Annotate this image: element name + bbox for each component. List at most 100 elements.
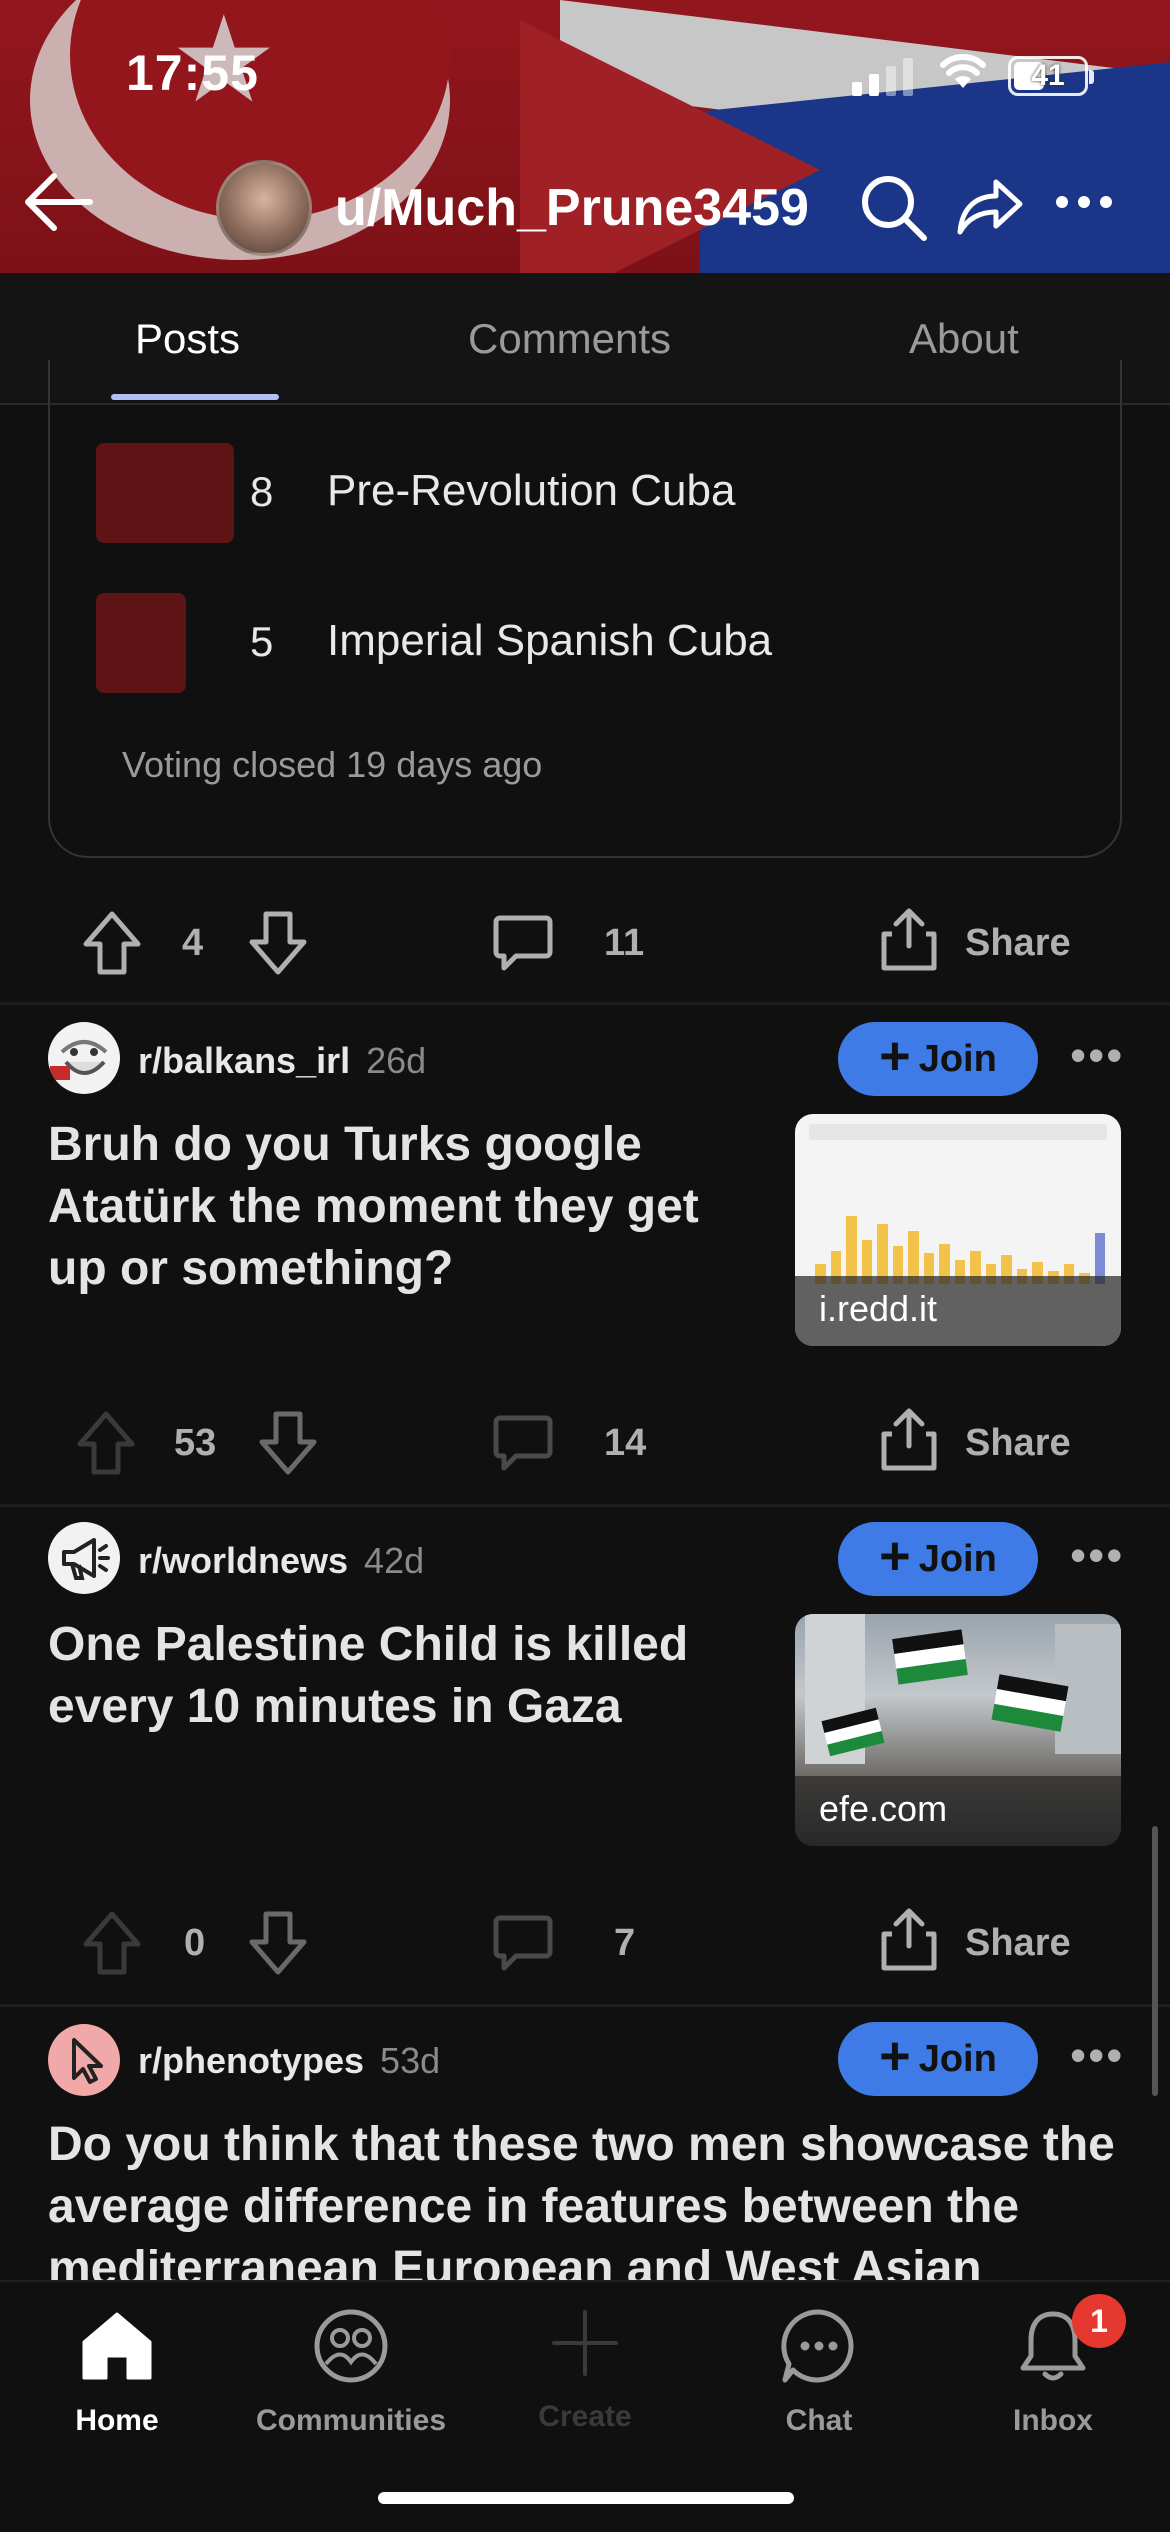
subreddit-name[interactable]: r/phenotypes 53d xyxy=(138,2040,440,2082)
subreddit-name-text: r/phenotypes xyxy=(138,2040,365,2081)
join-button[interactable]: + Join xyxy=(838,1022,1038,1096)
upvote-icon[interactable] xyxy=(76,1410,136,1476)
share-button[interactable]: Share xyxy=(965,1922,1071,1965)
more-options-icon[interactable] xyxy=(1054,194,1114,210)
troll-face-icon xyxy=(50,1024,118,1092)
home-indicator[interactable] xyxy=(378,2492,794,2504)
post-age: 42d xyxy=(364,1540,425,1581)
post-divider xyxy=(0,1504,1170,1507)
megaphone-icon xyxy=(50,1524,118,1592)
chat-icon xyxy=(781,2309,854,2383)
post-title[interactable]: One Palestine Child is killed every 10 m… xyxy=(48,1614,768,1738)
nav-chat[interactable]: Chat xyxy=(702,2282,936,2472)
plus-icon xyxy=(552,2310,618,2376)
vote-score: 4 xyxy=(182,922,204,964)
vote-score: 53 xyxy=(174,1422,217,1464)
poll-option-bar xyxy=(96,443,234,543)
inbox-badge: 1 xyxy=(1072,2294,1126,2348)
subreddit-name[interactable]: r/balkans_irl 26d xyxy=(138,1040,426,1082)
nav-chat-label: Chat xyxy=(785,2404,853,2437)
poll-option-bar xyxy=(96,593,186,693)
join-label: Join xyxy=(918,1537,997,1580)
share-icon[interactable] xyxy=(878,1906,940,1972)
post-more-icon[interactable]: ••• xyxy=(1070,1028,1124,1082)
post-more-icon[interactable]: ••• xyxy=(1070,2028,1124,2082)
subreddit-avatar[interactable] xyxy=(48,2024,120,2096)
signal-icon xyxy=(852,58,913,96)
battery-icon: 41 xyxy=(1008,56,1094,96)
comment-icon[interactable] xyxy=(492,1912,554,1974)
tab-posts[interactable]: Posts xyxy=(135,315,240,363)
cursor-icon xyxy=(50,2026,118,2094)
thumbnail-domain: i.redd.it xyxy=(795,1276,1121,1346)
join-label: Join xyxy=(918,1037,997,1080)
comment-count[interactable]: 14 xyxy=(604,1422,646,1465)
poll-option-votes: 5 xyxy=(250,618,274,665)
scrollbar[interactable] xyxy=(1152,1826,1158,2096)
post-divider xyxy=(0,1002,1170,1005)
share-icon[interactable] xyxy=(878,906,940,972)
post-divider xyxy=(0,2004,1170,2007)
battery-level: 41 xyxy=(1031,59,1065,92)
post-actions: 4 11 Share xyxy=(0,884,1170,1004)
share-button[interactable]: Share xyxy=(965,1422,1071,1465)
thumbnail-header xyxy=(809,1124,1107,1140)
comment-count[interactable]: 11 xyxy=(604,922,644,965)
communities-icon xyxy=(314,2309,388,2383)
plus-icon: + xyxy=(879,1526,911,1586)
vote-score: 0 xyxy=(184,1922,206,1964)
subreddit-avatar[interactable] xyxy=(48,1022,120,1094)
nav-communities-label: Communities xyxy=(255,2404,447,2437)
poll-option-label: Pre-Revolution Cuba xyxy=(327,466,736,515)
upvote-icon[interactable] xyxy=(82,910,142,976)
plus-icon: + xyxy=(879,1026,911,1086)
nav-create-label: Create xyxy=(538,2400,632,2433)
share-icon[interactable] xyxy=(878,1406,940,1472)
poll-option-label: Imperial Spanish Cuba xyxy=(327,616,773,665)
post-thumbnail[interactable]: efe.com xyxy=(795,1614,1121,1846)
downvote-icon[interactable] xyxy=(248,1910,308,1976)
post-age: 53d xyxy=(380,2040,441,2081)
nav-create[interactable]: Create xyxy=(468,2282,702,2472)
post-thumbnail[interactable]: i.redd.it xyxy=(795,1114,1121,1346)
subreddit-name-text: r/worldnews xyxy=(138,1540,349,1581)
subreddit-name[interactable]: r/worldnews 42d xyxy=(138,1540,424,1582)
user-avatar[interactable] xyxy=(216,160,312,256)
poll-option-votes: 8 xyxy=(250,468,274,515)
upvote-icon[interactable] xyxy=(82,1910,142,1976)
post-age: 26d xyxy=(366,1040,427,1081)
post-more-icon[interactable]: ••• xyxy=(1070,1528,1124,1582)
comment-icon[interactable] xyxy=(492,912,554,974)
plus-icon: + xyxy=(879,2026,911,2086)
subreddit-avatar[interactable] xyxy=(48,1522,120,1594)
tab-comments[interactable]: Comments xyxy=(468,315,671,363)
join-button[interactable]: + Join xyxy=(838,1522,1038,1596)
back-arrow-icon[interactable] xyxy=(20,170,96,234)
join-button[interactable]: + Join xyxy=(838,2022,1038,2096)
join-label: Join xyxy=(918,2037,997,2080)
downvote-icon[interactable] xyxy=(258,1410,318,1476)
status-time: 17:55 xyxy=(126,45,259,101)
comment-icon[interactable] xyxy=(492,1412,554,1474)
share-button[interactable]: Share xyxy=(965,922,1071,965)
comment-count[interactable]: 7 xyxy=(614,1922,635,1965)
nav-home-label: Home xyxy=(75,2404,159,2437)
profile-nav-bar: u/Much_Prune3459 xyxy=(0,150,1170,260)
subreddit-name-text: r/balkans_irl xyxy=(138,1040,351,1081)
post-title[interactable]: Do you think that these two men showcase… xyxy=(48,2114,1128,2280)
nav-communities[interactable]: Communities xyxy=(234,2282,468,2472)
nav-home[interactable]: Home xyxy=(0,2282,234,2472)
search-icon[interactable] xyxy=(858,172,930,244)
downvote-icon[interactable] xyxy=(248,910,308,976)
post-actions: 53 14 Share xyxy=(0,1384,1170,1504)
wifi-icon xyxy=(940,54,986,88)
username: u/Much_Prune3459 xyxy=(335,179,809,237)
nav-inbox[interactable]: Inbox xyxy=(936,2282,1170,2472)
tab-about[interactable]: About xyxy=(909,315,1019,363)
share-icon[interactable] xyxy=(954,172,1026,238)
status-bar: 17:55 41 xyxy=(0,0,1170,140)
nav-inbox-label: Inbox xyxy=(1013,2404,1093,2437)
thumbnail-domain: efe.com xyxy=(795,1776,1121,1846)
post-title[interactable]: Bruh do you Turks google Atatürk the mom… xyxy=(48,1114,768,1300)
home-icon xyxy=(82,2312,152,2380)
